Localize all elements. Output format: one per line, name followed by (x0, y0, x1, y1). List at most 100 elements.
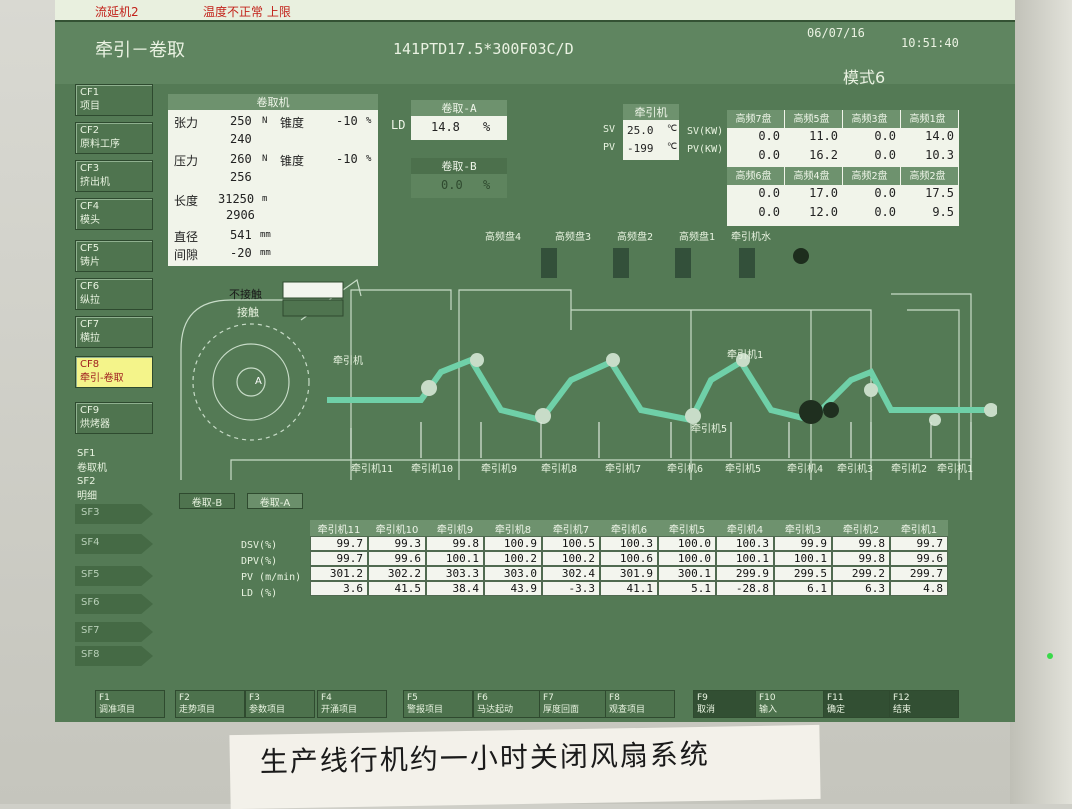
tab-roll-b[interactable]: 卷取-B (179, 493, 235, 509)
puller-sv-unit: ℃ (667, 124, 678, 134)
fkey-label: 马达起动 (477, 705, 514, 715)
table-cell: 6.1 (774, 581, 832, 596)
sidebar-item-cf1[interactable]: CF1 项目 (75, 84, 153, 116)
fkey-label: 输入 (759, 705, 778, 715)
fkey-f3[interactable]: F3 参数项目 (245, 690, 315, 718)
pressure-sv[interactable]: 260 (230, 152, 252, 166)
fkey-f4[interactable]: F4 开涌项目 (317, 690, 387, 718)
hf-header: 高频7盘 (727, 110, 784, 128)
sidebar-sf3[interactable]: SF3 (75, 504, 153, 524)
sidebar-sf2[interactable]: SF2 明细 (77, 476, 97, 502)
fkey-f1[interactable]: F1 调准项目 (95, 690, 165, 718)
hmi-screen: 流延机2 温度不正常 上限 牵引－卷取 141PTD17.5*300F03C/D… (55, 0, 1015, 722)
alarm-text: 温度不正常 上限 (203, 5, 291, 19)
puller-sv-kw-label: SV(KW) (687, 126, 724, 137)
sidebar-item-cf6[interactable]: CF6 纵拉 (75, 278, 153, 310)
sidebar: CF1 项目 CF2 原料工序 CF3 挤出机 CF4 模头 CF5 铸片 CF6 纵拉 C… (55, 84, 165, 684)
table-cell[interactable]: 100.9 (484, 536, 542, 551)
table-cell[interactable]: 99.8 (832, 536, 890, 551)
table-cell[interactable]: 99.7 (310, 536, 368, 551)
hf-panel: 高频7盘 高频5盘 高频3盘 高频1盘 0.0 11.0 0.0 14.0 0.0 16.2 0.0… (727, 110, 959, 226)
hf-cell: 0.0 (874, 186, 896, 200)
hf-cell: 0.0 (758, 129, 780, 143)
hf-header: 高频3盘 (843, 110, 900, 128)
table-cell[interactable]: 100.5 (542, 536, 600, 551)
roll-b-value[interactable]: 0.0 (441, 178, 463, 192)
sidebar-sf1[interactable]: SF1 卷取机 (77, 448, 107, 474)
fkey-label: 走势项目 (179, 705, 216, 715)
table-column-header: 牵引机10 (368, 520, 426, 536)
power-led (1047, 653, 1053, 659)
row-label-dsv: DSV(%) (241, 540, 278, 551)
table-cell[interactable]: 99.7 (890, 536, 948, 551)
tension-label: 张力 (174, 116, 199, 130)
table-cell: 100.1 (716, 551, 774, 566)
sidebar-item-cf5[interactable]: CF5 铸片 (75, 240, 153, 272)
fkey-label: 观查项目 (609, 705, 646, 715)
fkey-f12[interactable]: F12 结束 (889, 690, 959, 718)
hf-header: 高频4盘 (785, 167, 842, 185)
puller-pv-kw-label: PV(KW) (687, 144, 724, 155)
sidebar-item-cf9[interactable]: CF9 烘烤器 (75, 402, 153, 434)
sidebar-item-cf2[interactable]: CF2 原料工序 (75, 122, 153, 154)
taper2-value[interactable]: -10 (336, 152, 358, 166)
puller-table: 牵引机11 牵引机10 牵引机9 牵引机8 牵引机7 牵引机6 牵引机5 牵引机4 牵引机3 牵引… (310, 520, 948, 596)
diagram-bottom-label: 牵引机2 (891, 464, 928, 475)
sidebar-sf8[interactable]: SF8 (75, 646, 153, 666)
table-column-header: 牵引机1 (890, 520, 948, 536)
taper1-value[interactable]: -10 (336, 114, 358, 128)
fkey-f10[interactable]: F10 输入 (755, 690, 825, 718)
table-cell[interactable]: 100.3 (600, 536, 658, 551)
fkey-f5[interactable]: F5 警报项目 (403, 690, 473, 718)
table-cell[interactable]: 99.9 (774, 536, 832, 551)
puller-pv-unit: ℃ (667, 142, 678, 152)
sidebar-sf4[interactable]: SF4 (75, 534, 153, 554)
table-column-header: 牵引机9 (426, 520, 484, 536)
diagram-bottom-label: 牵引机4 (787, 464, 824, 475)
sidebar-item-cf8[interactable]: CF8 牵引-卷取 (75, 356, 153, 388)
sidebar-sf7[interactable]: SF7 (75, 622, 153, 642)
fkey-f11[interactable]: F11 确定 (823, 690, 893, 718)
length-sv[interactable]: 31250 (218, 192, 254, 206)
tab-roll-a[interactable]: 卷取-A (247, 493, 303, 509)
diagram-bottom-label: 牵引机7 (605, 464, 642, 475)
row-label-ld: LD (%) (241, 588, 278, 599)
table-cell[interactable]: 100.0 (658, 536, 716, 551)
sidebar-item-cf7[interactable]: CF7 横拉 (75, 316, 153, 348)
diagram-top-label: 牵引机水 (731, 232, 771, 243)
table-cell: 99.8 (832, 551, 890, 566)
fkey-f8[interactable]: F8 观查项目 (605, 690, 675, 718)
sidebar-sf6[interactable]: SF6 (75, 594, 153, 614)
diagram-bottom-label: 牵引机1 (937, 464, 974, 475)
diagram-puller1-label: 牵引机1 (727, 350, 764, 361)
table-cell[interactable]: 99.8 (426, 536, 484, 551)
fkey-code: F9 (697, 693, 708, 703)
pressure-unit: N (262, 154, 268, 164)
table-cell: 303.0 (484, 566, 542, 581)
contact2-label[interactable]: 接触 (237, 304, 259, 320)
table-column-header: 牵引机3 (774, 520, 832, 536)
table-cell[interactable]: 100.3 (716, 536, 774, 551)
sidebar-item-cf4[interactable]: CF4 模头 (75, 198, 153, 230)
roll-a-unit: % (483, 120, 491, 134)
table-column-header: 牵引机2 (832, 520, 890, 536)
date: 06/07/16 (807, 26, 865, 40)
table-column-header: 牵引机4 (716, 520, 774, 536)
contact-label[interactable]: 不接触 (229, 286, 262, 302)
table-column-header: 牵引机7 (542, 520, 600, 536)
fkey-f2[interactable]: F2 走势项目 (175, 690, 245, 718)
fkey-f6[interactable]: F6 马达起动 (473, 690, 543, 718)
roll-a-title: 卷取-A (411, 100, 507, 116)
row-label-dpv: DPV(%) (241, 556, 278, 567)
sidebar-sf5[interactable]: SF5 (75, 566, 153, 586)
diagram-bottom-label: 牵引机6 (667, 464, 704, 475)
monitor-side (1010, 0, 1072, 804)
table-cell[interactable]: 99.3 (368, 536, 426, 551)
fkey-f7[interactable]: F7 厚度回面 (539, 690, 609, 718)
roll-a-value[interactable]: 14.8 (431, 120, 460, 134)
sidebar-item-cf3[interactable]: CF3 挤出机 (75, 160, 153, 192)
tension-sv[interactable]: 250 (230, 114, 252, 128)
table-cell: -3.3 (542, 581, 600, 596)
puller-sv[interactable]: 25.0 (627, 124, 654, 137)
fkey-f9[interactable]: F9 取消 (693, 690, 763, 718)
